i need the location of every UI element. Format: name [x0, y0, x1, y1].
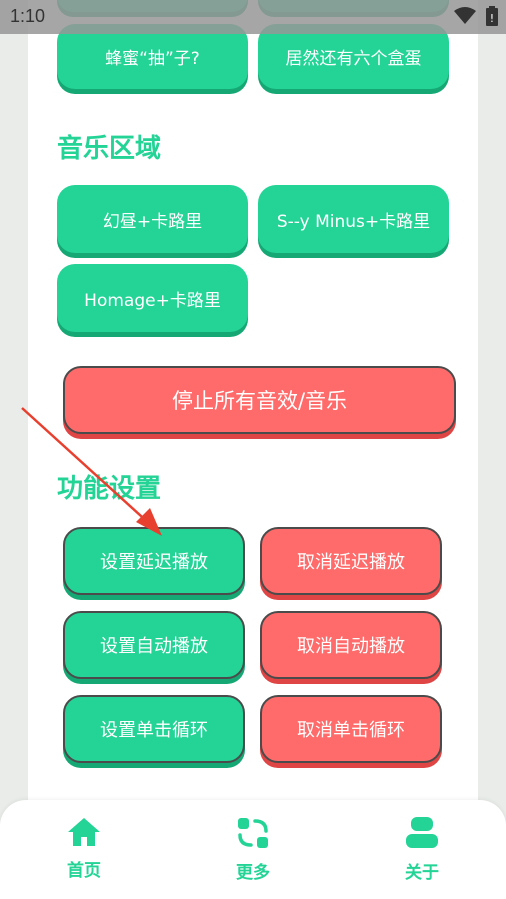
status-icons: ! [454, 6, 498, 26]
tab-home[interactable]: 首页 [34, 816, 134, 881]
tab-about[interactable]: 关于 [372, 816, 472, 883]
tab-about-label: 关于 [405, 863, 439, 883]
cancel-loop-label: 取消单击循环 [297, 720, 405, 741]
set-delay-label: 设置延迟播放 [100, 552, 208, 573]
features-section-title: 功能设置 [57, 474, 162, 504]
svg-text:!: ! [490, 12, 494, 25]
tab-home-label: 首页 [67, 861, 101, 881]
music-button-1[interactable]: 幻昼+卡路里 [57, 185, 248, 253]
battery-icon: ! [486, 6, 498, 26]
bottom-tab-bar: 首页 更多 关于 [0, 800, 506, 899]
home-icon [68, 818, 100, 846]
set-auto-button[interactable]: 设置自动播放 [63, 611, 245, 679]
status-bar: 1:10 ! [0, 0, 506, 34]
cancel-auto-label: 取消自动播放 [297, 636, 405, 657]
cancel-delay-label: 取消延迟播放 [297, 552, 405, 573]
wifi-icon [454, 7, 476, 24]
music-button-label: 幻昼+卡路里 [102, 211, 203, 232]
music-button-2[interactable]: S--y Minus+卡路里 [258, 185, 449, 253]
user-icon [406, 817, 438, 848]
tab-more-label: 更多 [236, 863, 270, 883]
music-section-title: 音乐区域 [57, 134, 162, 164]
cancel-delay-button[interactable]: 取消延迟播放 [260, 527, 442, 595]
music-button-label: S--y Minus+卡路里 [276, 211, 431, 232]
cancel-loop-button[interactable]: 取消单击循环 [260, 695, 442, 763]
set-loop-label: 设置单击循环 [100, 720, 208, 741]
set-auto-label: 设置自动播放 [100, 636, 208, 657]
music-button-label: Homage+卡路里 [84, 290, 221, 311]
set-loop-button[interactable]: 设置单击循环 [63, 695, 245, 763]
sound-button-label: 蜂蜜“抽”子? [105, 49, 200, 69]
set-delay-button[interactable]: 设置延迟播放 [63, 527, 245, 595]
stop-all-button[interactable]: 停止所有音效/音乐 [63, 366, 456, 434]
sound-button-label: 居然还有六个盒蛋 [285, 49, 422, 69]
tab-more[interactable]: 更多 [203, 816, 303, 883]
cancel-auto-button[interactable]: 取消自动播放 [260, 611, 442, 679]
refresh-grid-icon [238, 818, 268, 848]
music-button-3[interactable]: Homage+卡路里 [57, 264, 248, 332]
stop-all-label: 停止所有音效/音乐 [171, 389, 348, 413]
status-time: 1:10 [10, 6, 46, 26]
